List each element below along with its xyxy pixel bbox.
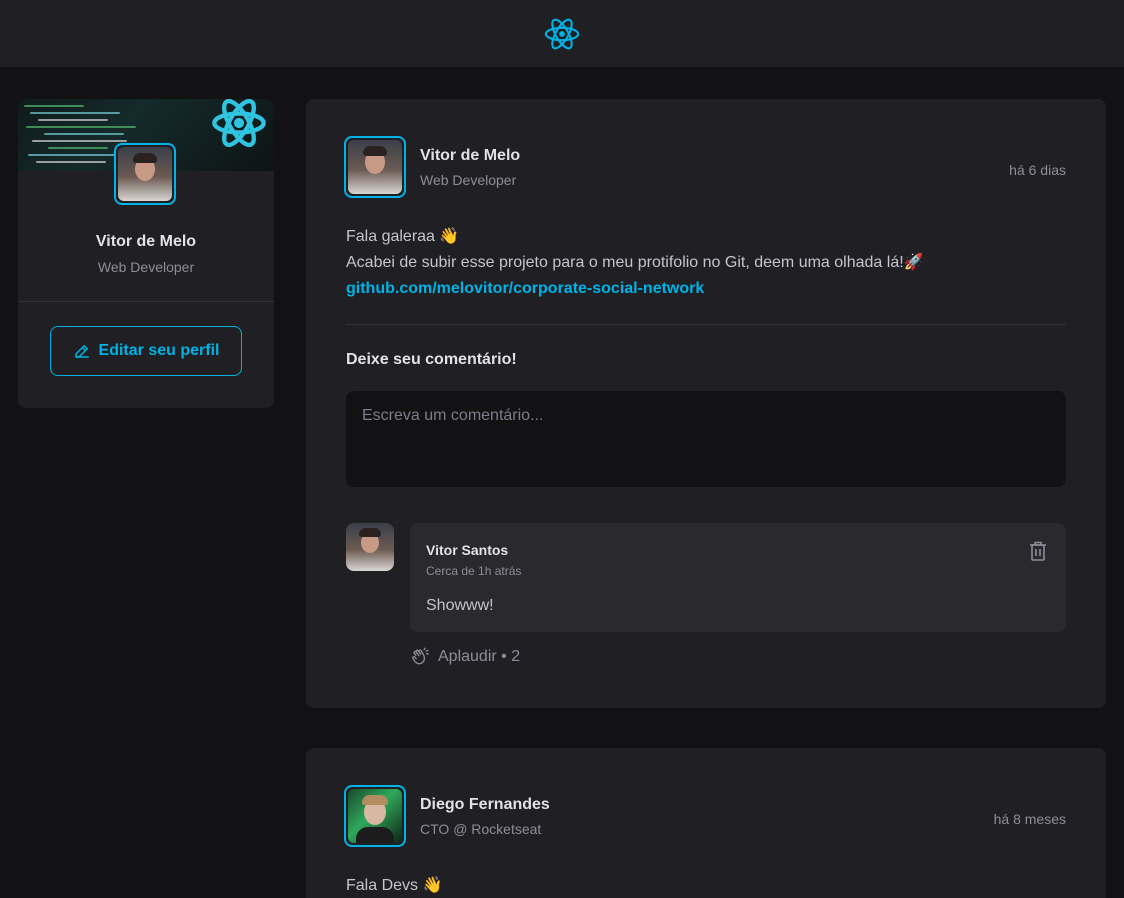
author-role: CTO @ Rocketseat (420, 820, 542, 837)
author-role: Web Developer (420, 171, 517, 188)
post-time: há 6 dias (1009, 162, 1066, 178)
react-atom-icon (544, 18, 580, 49)
post-text-line: Fala galeraa 👋 (346, 228, 460, 245)
comment-input[interactable] (346, 391, 1066, 487)
post-content: Fala galeraa 👋 Acabei de subir esse proj… (346, 224, 924, 302)
clapping-hands-icon (412, 647, 429, 665)
comment-box: Vitor Santos Cerca de 1h atrás Showww! (410, 523, 1066, 632)
profile-avatar (114, 143, 176, 206)
post-text-line: Fala Devs 👋 (346, 877, 443, 894)
trash-icon[interactable] (1028, 540, 1048, 567)
post-time: há 8 meses (993, 811, 1066, 827)
author-name: Vitor de Melo (420, 146, 521, 164)
author-avatar[interactable] (344, 136, 406, 198)
post-author: Vitor de Melo Web Developer (344, 136, 520, 198)
post-card: Diego Fernandes CTO @ Rocketseat há 8 me… (306, 748, 1106, 898)
divider (18, 301, 274, 302)
applaud-label: Aplaudir • 2 (438, 648, 521, 665)
author-avatar[interactable] (344, 785, 406, 847)
comment-time: Cerca de 1h atrás (426, 564, 522, 578)
profile-sidebar: Vitor de Melo Web Developer Editar seu p… (18, 99, 274, 408)
pencil-icon (74, 345, 89, 358)
edit-profile-label: Editar seu perfil (98, 342, 220, 359)
author-name: Diego Fernandes (420, 795, 550, 813)
post-content: Fala Devs 👋 (346, 873, 442, 898)
post-text-line: Acabei de subir esse projeto para o meu … (346, 254, 924, 271)
comment-avatar[interactable] (346, 523, 394, 571)
post-link[interactable]: github.com/melovitor/corporate-social-ne… (346, 280, 704, 297)
comment-author: Vitor Santos (426, 542, 509, 558)
comment-text: Showww! (426, 597, 494, 614)
comment-form-title: Deixe seu comentário! (346, 351, 517, 368)
divider (346, 324, 1066, 325)
profile-role: Web Developer (97, 259, 195, 275)
edit-profile-button[interactable]: Editar seu perfil (50, 326, 242, 376)
app-header (0, 0, 1124, 67)
applaud-button[interactable]: Aplaudir • 2 (410, 647, 520, 667)
post-card: Vitor de Melo Web Developer há 6 dias Fa… (306, 99, 1106, 708)
post-author: Diego Fernandes CTO @ Rocketseat (344, 785, 550, 847)
react-atom-icon (210, 99, 268, 158)
profile-name: Vitor de Melo (95, 233, 197, 250)
